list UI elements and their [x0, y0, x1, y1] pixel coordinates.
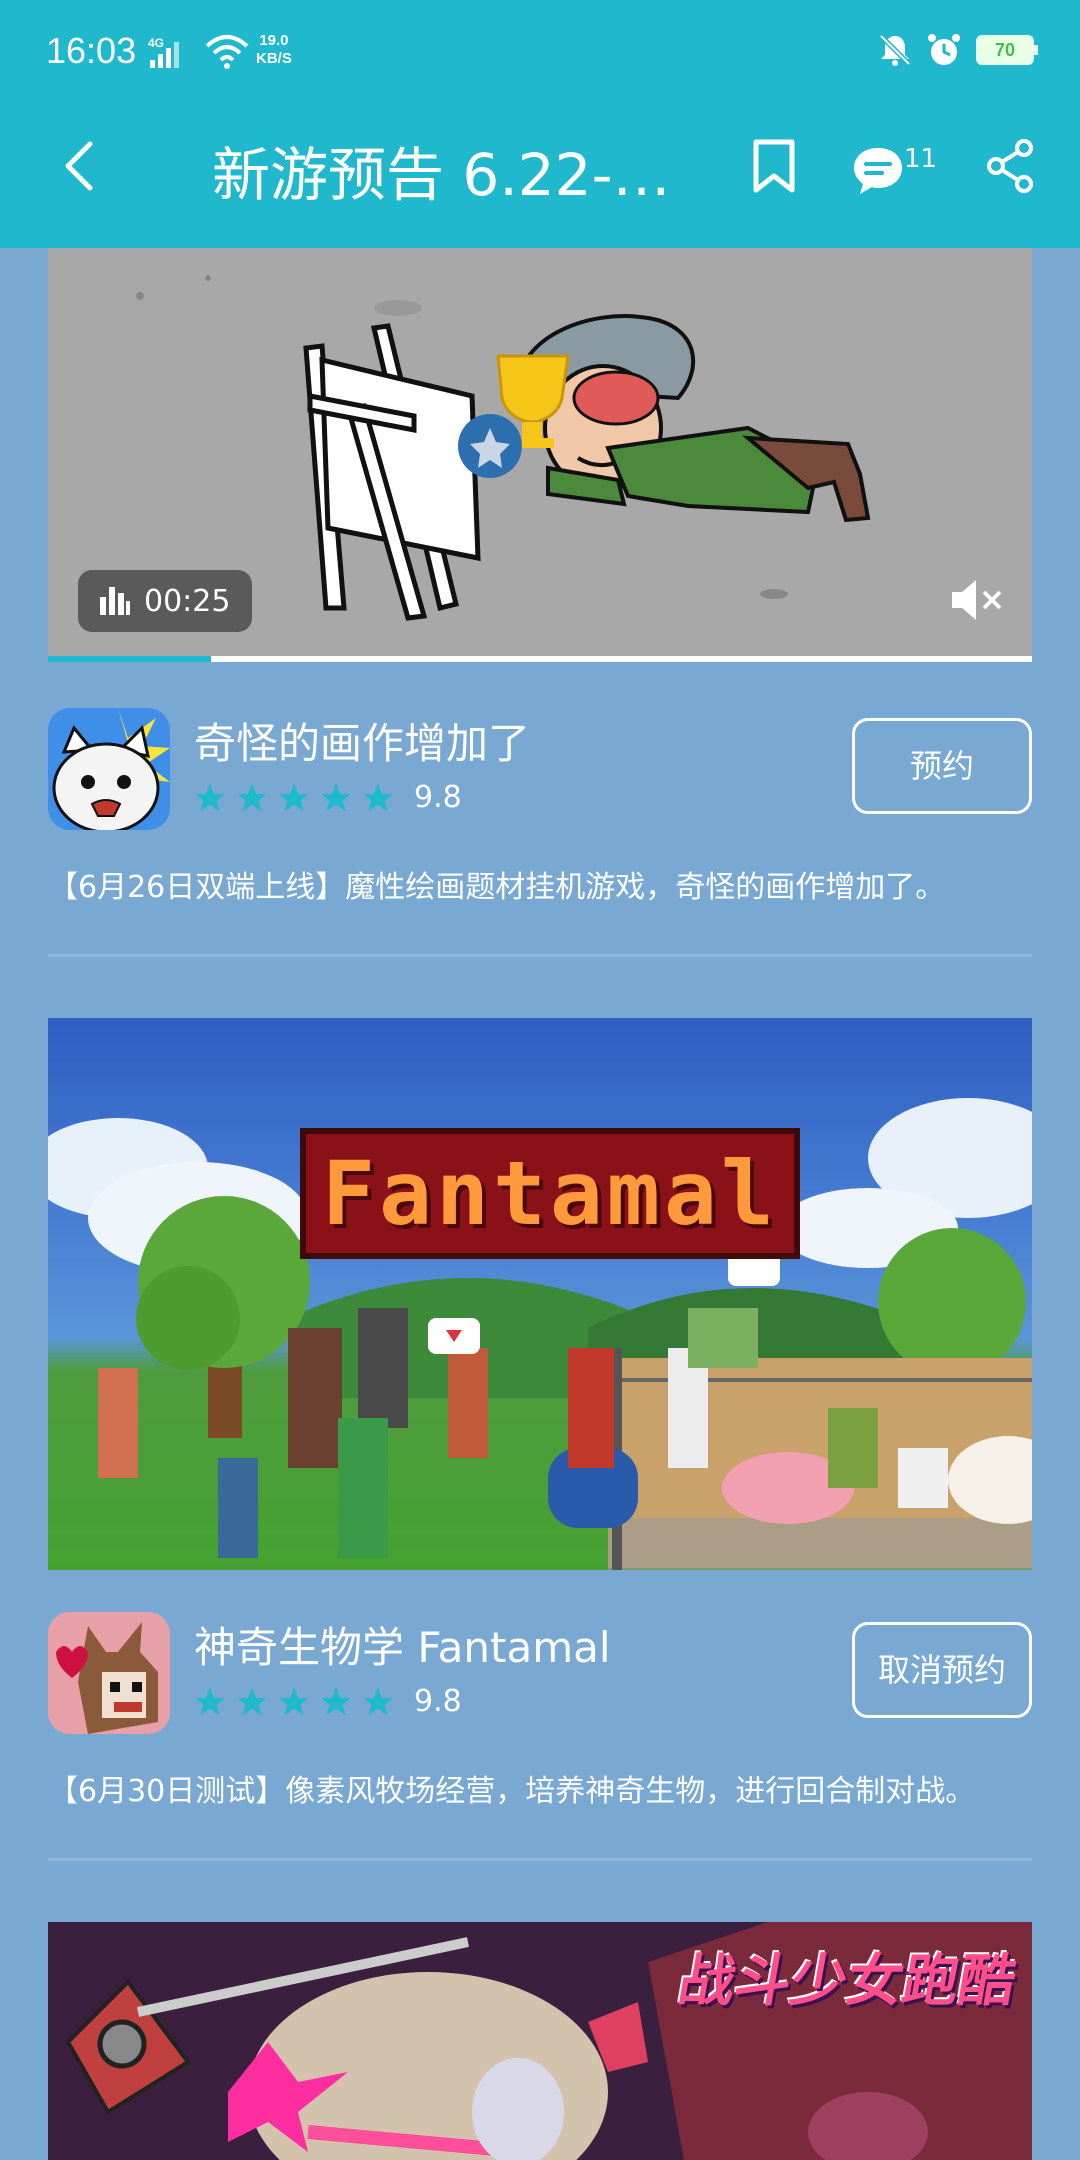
audio-bars-icon: [100, 587, 130, 615]
game-name[interactable]: 神奇生物学 Fantamal: [194, 1614, 611, 1675]
bookmark-icon[interactable]: [746, 136, 802, 196]
star-icon: [279, 782, 309, 811]
cat-icon: [52, 708, 170, 830]
status-bar: 16:03 4G 19.0 KB/S 70: [0, 0, 1080, 100]
comment-count: 11: [904, 144, 938, 174]
rating-score: 9.8: [414, 780, 462, 815]
pixel-creature-icon: [48, 1612, 170, 1734]
game-description: 【6月30日测试】像素风牧场经营，培养神奇生物，进行回合制对战。: [48, 1774, 976, 1809]
title-bar: 新游预告 6.22-6... 11: [0, 100, 1080, 248]
rating-score: 9.8: [414, 1684, 462, 1719]
game-icon-2[interactable]: [48, 1612, 170, 1734]
wifi-icon: [205, 35, 249, 69]
star-icon: [321, 1686, 351, 1715]
banner-logo-text: Fantamal: [300, 1128, 800, 1259]
status-time: 16:03: [46, 30, 137, 71]
video-progress-bar[interactable]: [48, 656, 1032, 662]
game-banner-3[interactable]: 战斗少女跑酷: [48, 1922, 1032, 2160]
star-icon: [363, 782, 393, 811]
star-icon: [237, 782, 267, 811]
share-icon[interactable]: [982, 136, 1038, 196]
speed-value: 19.0: [259, 32, 289, 49]
video-duration: 00:25: [144, 583, 231, 619]
status-right: 70: [878, 30, 1038, 70]
alarm-icon: [928, 34, 960, 65]
back-icon[interactable]: [52, 136, 108, 196]
star-icon: [237, 1686, 267, 1715]
game-video-player[interactable]: 00:25: [48, 248, 1032, 662]
star-icon: [279, 1686, 309, 1715]
star-icon: [195, 782, 225, 811]
page-title: 新游预告 6.22-6...: [212, 141, 692, 209]
game-icon-1[interactable]: [48, 708, 170, 830]
article-content[interactable]: 00:25 奇怪的画作增加了 9.8 预约 【6月26日双端上线】魔性绘画题材挂…: [0, 248, 1080, 2160]
video-duration-badge: 00:25: [78, 570, 253, 632]
game-banner-2[interactable]: Fantamal: [48, 1018, 1032, 1570]
game-description: 【6月26日双端上线】魔性绘画题材挂机游戏，奇怪的画作增加了。: [48, 870, 946, 905]
reserve-button[interactable]: 预约: [852, 718, 1032, 814]
top-bar: 16:03 4G 19.0 KB/S 70 新游预告 6.22-6... 11: [0, 0, 1080, 248]
video-progress-fill: [48, 656, 212, 662]
network-type: 4G: [148, 36, 164, 50]
network-speed: 19.0 KB/S: [256, 32, 292, 68]
star-icon: [195, 1686, 225, 1715]
star-icon: [363, 1686, 393, 1715]
rating-stars: 9.8: [194, 1684, 462, 1719]
mute-icon[interactable]: [950, 578, 1002, 622]
star-icon: [321, 782, 351, 811]
comment-icon[interactable]: [850, 144, 906, 196]
battery-level: 70: [979, 38, 1031, 62]
game-item-2[interactable]: 神奇生物学 Fantamal 9.8 取消预约: [48, 1612, 1032, 1742]
rating-stars: 9.8: [194, 780, 462, 815]
fantamal-banner-art: [48, 1098, 1032, 1570]
game-item-1[interactable]: 奇怪的画作增加了 9.8 预约: [48, 708, 1032, 838]
cancel-reserve-button[interactable]: 取消预约: [852, 1622, 1032, 1718]
banner-logo-text: 战斗少女跑酷: [673, 1949, 1021, 2014]
bell-off-icon: [879, 34, 911, 66]
speed-unit: KB/S: [256, 50, 292, 67]
divider: [48, 954, 1032, 957]
divider: [48, 1858, 1032, 1861]
battery-icon: 70: [976, 35, 1038, 65]
game-name[interactable]: 奇怪的画作增加了: [194, 710, 530, 771]
cellular-signal-icon: 4G: [148, 36, 179, 68]
